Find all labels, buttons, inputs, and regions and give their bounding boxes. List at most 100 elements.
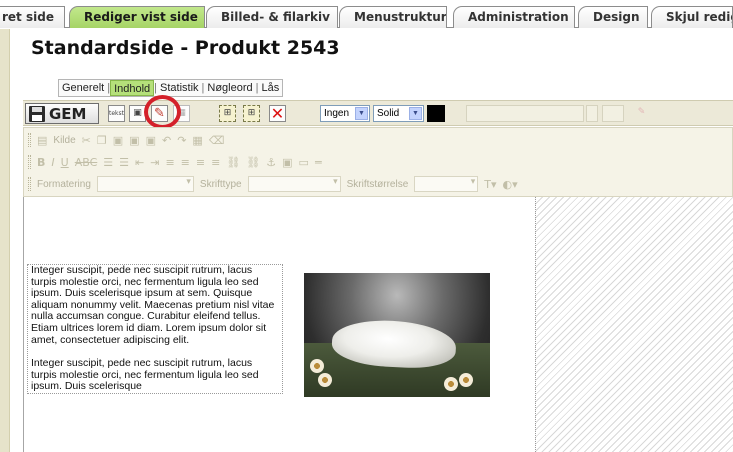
delete-button[interactable]: ✕ [269, 105, 286, 122]
toolbar-grip [28, 155, 31, 169]
paste-icon[interactable]: ▣ [113, 134, 123, 147]
disabled-field [466, 105, 584, 122]
editor-toolbar-row-2: B I U ABC ☰ ☰ ⇤ ⇥ ≡ ≡ ≡ ≡ ⛓ ⛓ ⚓ ▣ ▭ ═ [28, 152, 322, 172]
flower-decoration [459, 373, 473, 387]
image-icon[interactable]: ▣ [282, 156, 292, 169]
source-button-label[interactable]: Kilde [53, 135, 75, 146]
size-label: Skriftstørrelse [346, 178, 409, 190]
horizontal-rule-icon[interactable]: ═ [315, 156, 322, 169]
subtab-noegleord[interactable]: Nøgleord [204, 80, 255, 96]
text-color-icon[interactable]: T▾ [484, 178, 496, 191]
image-icon: ▣ [133, 108, 142, 118]
disabled-box [602, 105, 624, 122]
copy-icon[interactable]: ❐ [97, 134, 107, 147]
insert-text-button[interactable]: tekst [108, 105, 125, 122]
editor-toolbar-row-3: Formatering Skrifttype Skriftstørrelse T… [28, 174, 518, 194]
tab-label: Menustruktur [354, 10, 447, 24]
subtab-indhold[interactable]: Indhold [110, 80, 155, 96]
unlink-icon[interactable]: ⛓ [246, 156, 260, 169]
cut-icon[interactable]: ✂ [82, 134, 91, 147]
select-all-icon[interactable]: ▦ [192, 134, 202, 147]
page-title: Standardside - Produkt 2543 [31, 37, 340, 59]
tab-design[interactable]: Design [578, 6, 648, 28]
bold-icon[interactable]: B [37, 156, 45, 169]
style-select-value: Solid [377, 108, 400, 119]
source-icon[interactable]: ▤ [37, 134, 47, 147]
highlight-circle [144, 95, 181, 129]
chevron-down-icon: ▼ [355, 107, 368, 120]
style-select[interactable]: Solid ▼ [373, 105, 424, 122]
content-subtabs: Generelt | Indhold | Statistik | Nøgleor… [58, 79, 284, 97]
product-image[interactable] [304, 273, 490, 397]
tab-administration[interactable]: Administration [453, 6, 575, 28]
tab-skjul-redigering[interactable]: Skjul redige [651, 6, 733, 28]
tab-label: ret side [2, 10, 54, 24]
paste-text-icon[interactable]: ▣ [129, 134, 139, 147]
underline-icon[interactable]: U [61, 156, 69, 169]
left-side-stripe [0, 29, 10, 452]
justify-icon[interactable]: ≡ [211, 156, 220, 169]
redo-icon[interactable]: ↷ [177, 134, 186, 147]
align-center-icon[interactable]: ≡ [181, 156, 190, 169]
chevron-down-icon: ▼ [409, 107, 422, 120]
body-paragraph: Integer suscipit, pede nec suscipit rutr… [31, 357, 259, 393]
disabled-pencil-icon: ✎ [637, 107, 646, 117]
text-icon: tekst [109, 110, 124, 117]
font-combo[interactable] [247, 176, 341, 192]
background-color-icon[interactable]: ◐▾ [503, 178, 518, 191]
column-icon: ⊞ [247, 108, 256, 118]
body-paragraph: Integer suscipit, pede nec suscipit rutr… [31, 264, 275, 346]
toolbar-grip [28, 133, 31, 147]
format-label: Formatering [37, 178, 91, 190]
outdent-icon[interactable]: ⇤ [135, 156, 144, 169]
save-button-label: GEM [49, 104, 87, 123]
link-icon[interactable]: ⛓ [226, 156, 240, 169]
align-left-icon[interactable]: ≡ [165, 156, 174, 169]
tab-menustruktur[interactable]: Menustruktur [339, 6, 447, 28]
disabled-checkbox [586, 105, 598, 122]
tab-label: Billed- & filarkiv [221, 10, 330, 24]
anchor-icon[interactable]: ⚓ [266, 156, 276, 169]
tab-label: Skjul redige [666, 10, 732, 24]
editor-toolbar: ▤ Kilde ✂ ❐ ▣ ▣ ▣ ↶ ↷ ▦ ⌫ B I U ABC ☰ ☰ … [23, 127, 733, 197]
paste-word-icon[interactable]: ▣ [146, 134, 156, 147]
subtab-generelt[interactable]: Generelt [59, 80, 107, 96]
tab-label: Administration [468, 10, 569, 24]
tab-rediger-vist-side[interactable]: Rediger vist side [69, 6, 205, 28]
tab-label: Rediger vist side [84, 10, 198, 24]
page-toolbar: GEM tekst ▣ ✎ ▦ ⊞ ⊞ ✕ Ingen ▼ Solid ▼ ✎ [23, 100, 733, 126]
size-combo[interactable] [414, 176, 479, 192]
flower-decoration [310, 359, 324, 373]
text-content-block[interactable]: Integer suscipit, pede nec suscipit rutr… [27, 264, 283, 394]
numbered-list-icon[interactable]: ☰ [103, 156, 113, 169]
flower-decoration [444, 377, 458, 391]
italic-icon[interactable]: I [51, 156, 54, 169]
add-row-button[interactable]: ⊞ [219, 105, 236, 122]
strikethrough-icon[interactable]: ABC [75, 156, 98, 169]
align-right-icon[interactable]: ≡ [196, 156, 205, 169]
color-swatch[interactable] [427, 105, 445, 122]
table-icon[interactable]: ▭ [299, 156, 309, 169]
flower-decoration [318, 373, 332, 387]
editor-toolbar-row-1: ▤ Kilde ✂ ❐ ▣ ▣ ▣ ↶ ↷ ▦ ⌫ [28, 130, 224, 150]
tab-ret-side[interactable]: ret side [0, 6, 65, 28]
font-label: Skrifttype [199, 178, 242, 190]
border-select[interactable]: Ingen ▼ [320, 105, 370, 122]
row-icon: ⊞ [223, 108, 232, 118]
subtab-statistik[interactable]: Statistik [157, 80, 202, 96]
add-column-button[interactable]: ⊞ [243, 105, 260, 122]
undo-icon[interactable]: ↶ [162, 134, 171, 147]
subtab-laas[interactable]: Lås [259, 80, 283, 96]
tab-label: Design [593, 10, 640, 24]
format-combo[interactable] [96, 176, 194, 192]
bulleted-list-icon[interactable]: ☰ [119, 156, 129, 169]
tab-billed-filarkiv[interactable]: Billed- & filarkiv [206, 6, 338, 28]
save-button[interactable]: GEM [25, 103, 99, 124]
floppy-disk-icon [29, 105, 45, 122]
close-icon: ✕ [270, 104, 285, 123]
hatched-margin-area [535, 197, 733, 452]
main-tab-bar: ret side Rediger vist side Billed- & fil… [0, 0, 733, 28]
border-select-value: Ingen [324, 108, 350, 119]
indent-icon[interactable]: ⇥ [150, 156, 159, 169]
eraser-icon[interactable]: ⌫ [209, 134, 225, 147]
